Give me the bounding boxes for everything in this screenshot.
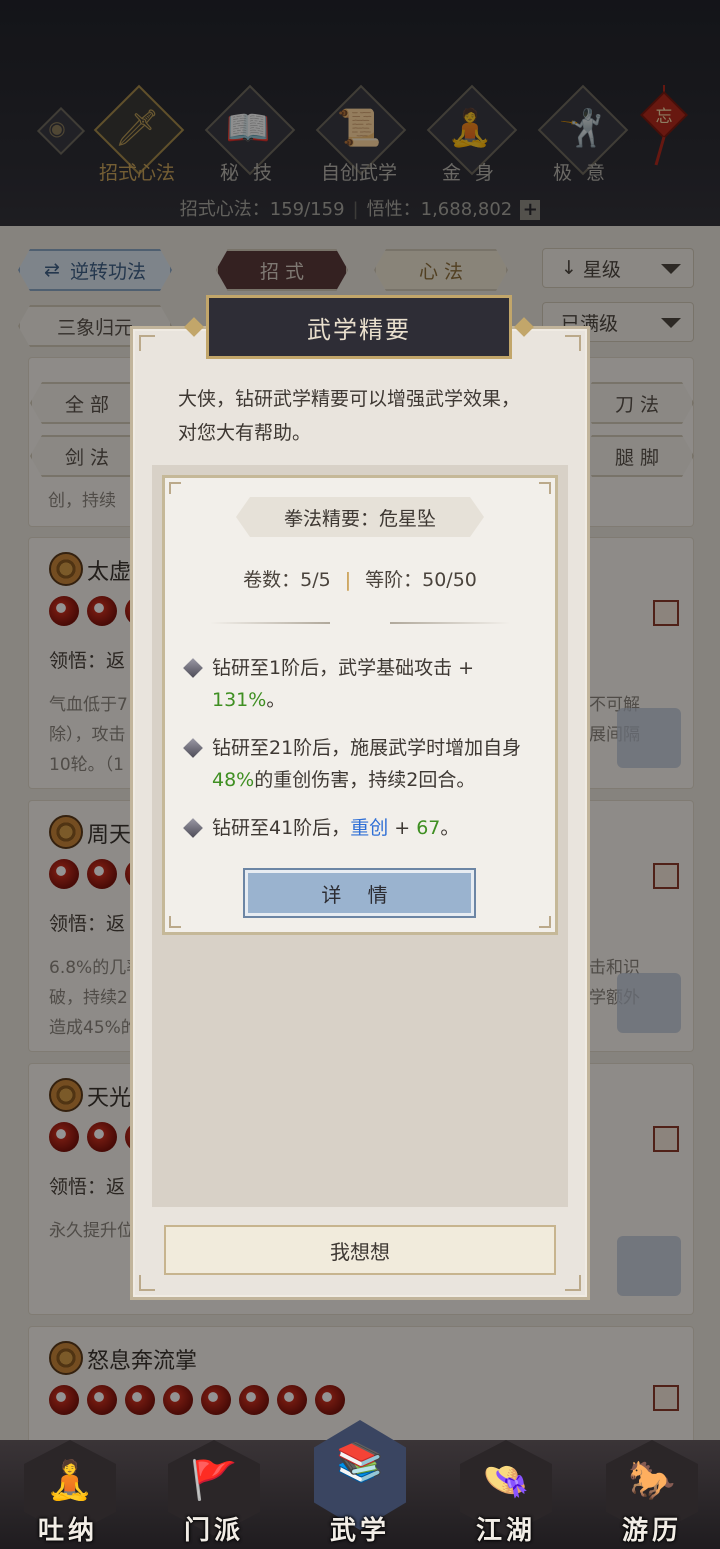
effect-tier-41: 钻研至41阶后，重创 + 67。 [212,817,460,839]
horse-icon[interactable]: 🐎 [606,1458,698,1503]
effect-tier-1: 钻研至1阶后，武学基础攻击 +131%。 [212,657,475,711]
nav-jianghu[interactable]: 江湖 [446,1510,566,1547]
think-it-over-button[interactable]: 我想想 [164,1225,556,1275]
critical-link[interactable]: 重创 [350,817,388,839]
divider-left [210,622,330,624]
divider-right [390,622,510,624]
corner-ornament [139,1275,155,1291]
straw-hat-icon[interactable]: 👒 [460,1458,552,1503]
volumes-count: 卷数：5/5 [243,569,331,591]
corner-ornament [565,1275,581,1291]
dialog-title: 武学精要 [206,295,512,359]
dialog-intro: 大侠，钻研武学精要可以增强武学效果，对您大有帮助。 [178,388,521,444]
essence-counts: 卷数：5/5 | 等阶：50/50 [243,569,477,591]
meditation-icon[interactable]: 🧘 [24,1458,116,1503]
corner-ornament [565,335,581,351]
essence-banner: 拳法精要：危星坠 [236,497,484,537]
nav-travel[interactable]: 游历 [592,1510,712,1547]
nav-sect[interactable]: 门派 [154,1510,274,1547]
details-button[interactable]: 详 情 [243,868,476,918]
books-icon[interactable]: 📚 [314,1440,406,1485]
rank-count: 等阶：50/50 [365,569,477,591]
corner-ornament [139,335,155,351]
nav-martial[interactable]: 武学 [300,1510,420,1547]
effect-tier-21: 钻研至21阶后，施展武学时增加自身48%的重创伤害，持续2回合。 [212,737,522,791]
nav-breathing[interactable]: 吐纳 [8,1510,128,1547]
flags-icon[interactable]: 🚩 [168,1458,260,1503]
